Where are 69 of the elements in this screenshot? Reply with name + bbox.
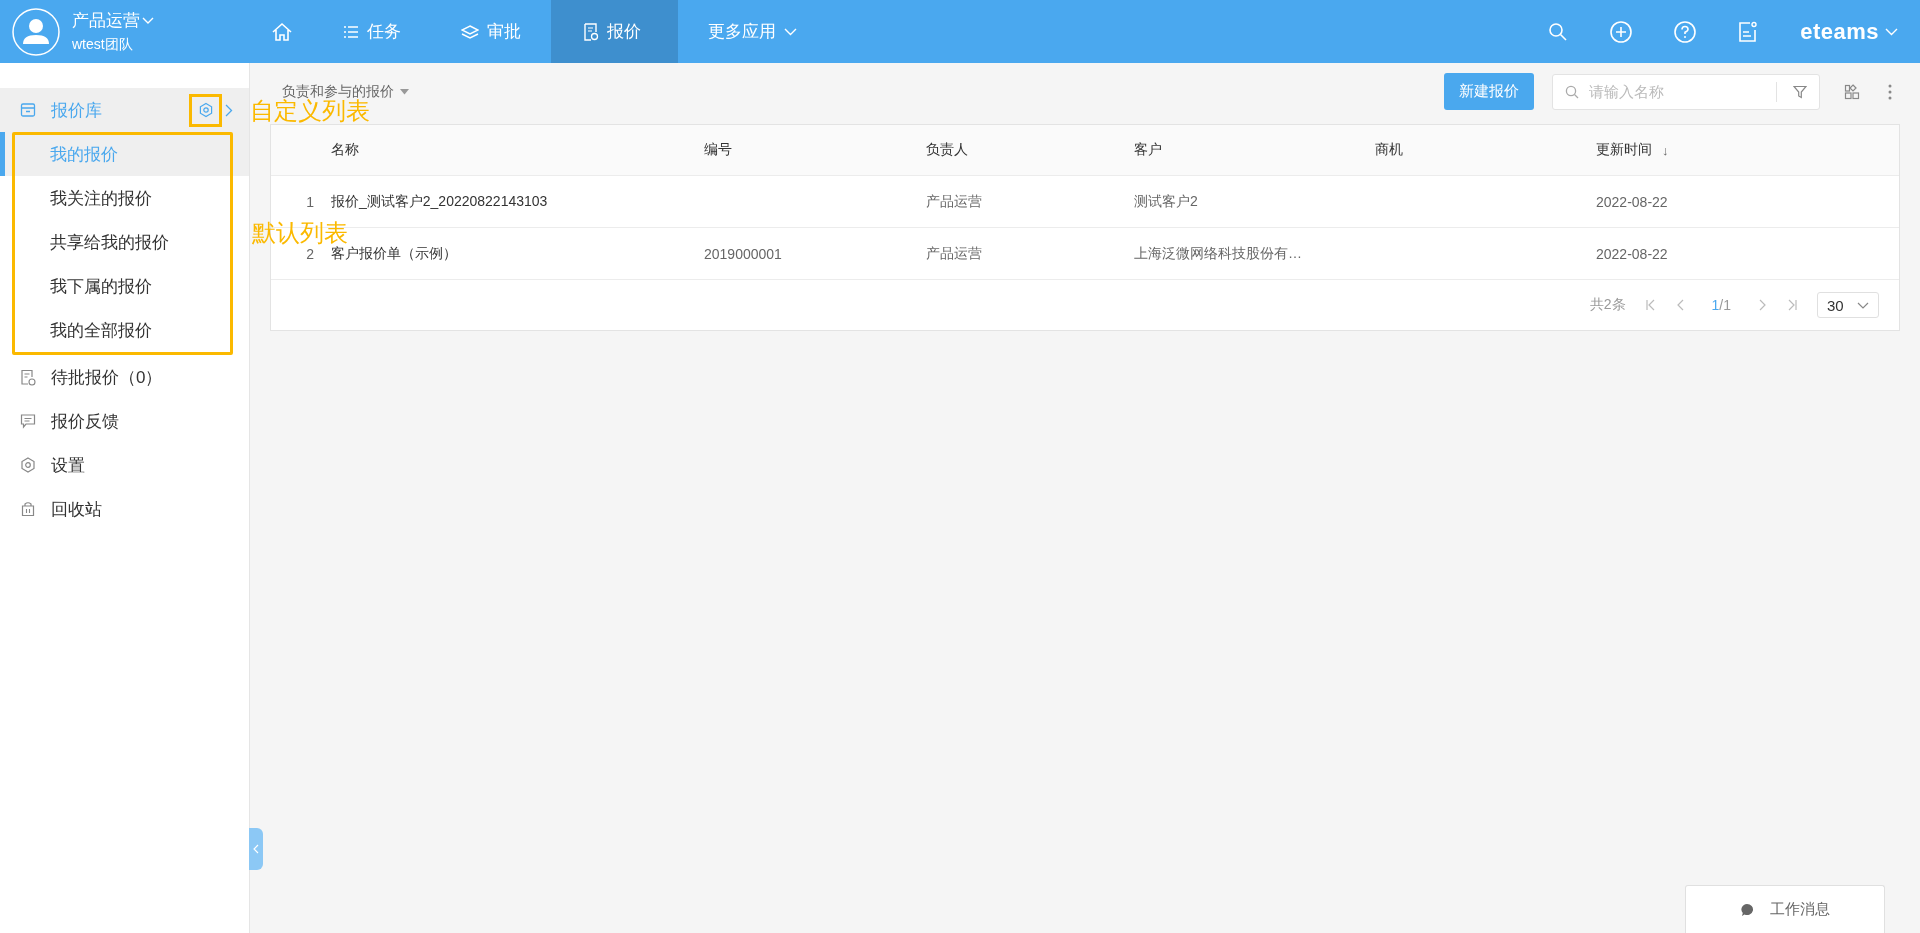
- chat-bubble-icon: [1740, 902, 1754, 917]
- table-cell: 测试客户2: [1134, 192, 1198, 211]
- home-icon: [271, 21, 293, 42]
- chevron-right-icon[interactable]: [225, 103, 233, 117]
- table-cell[interactable]: 报价_测试客户2_20220822143103: [331, 192, 548, 211]
- sidebar-item[interactable]: 待批报价（0）: [0, 355, 249, 399]
- more-icon[interactable]: [1888, 83, 1892, 100]
- column-header[interactable]: 负责人: [926, 141, 968, 159]
- team-name: wtest团队: [72, 36, 134, 54]
- table-cell: 2019000001: [704, 245, 782, 262]
- settings-icon[interactable]: [197, 102, 214, 118]
- collapse-handle[interactable]: [249, 828, 263, 870]
- chevron-left-icon: [253, 844, 259, 854]
- column-header[interactable]: 客户: [1134, 141, 1162, 159]
- sidebar-item[interactable]: 共享给我的报价: [0, 220, 249, 264]
- total-count: 共2条: [1589, 296, 1626, 314]
- table-cell: 2022-08-22: [1596, 245, 1668, 262]
- layout-icon[interactable]: [1844, 83, 1860, 100]
- search-input[interactable]: 请输入名称: [1587, 82, 1768, 101]
- search-icon[interactable]: [1548, 21, 1569, 42]
- avatar-icon[interactable]: [12, 7, 60, 56]
- chevron-down-icon: [1885, 27, 1898, 36]
- caret-icon: [400, 88, 409, 95]
- row-number: 1: [306, 193, 314, 210]
- chevron-down-icon[interactable]: [142, 16, 154, 25]
- help-icon[interactable]: [1674, 20, 1697, 43]
- column-header[interactable]: 编号: [704, 141, 732, 159]
- search-icon: [1565, 84, 1579, 99]
- notes-icon[interactable]: [1738, 20, 1759, 43]
- settings-icon: [20, 457, 36, 473]
- layers-icon: [461, 24, 479, 39]
- table-cell[interactable]: 客户报价单（示例）: [331, 244, 457, 263]
- column-header[interactable]: 商机: [1375, 141, 1403, 159]
- table-cell: 上海泛微网络科技股份有…: [1134, 244, 1302, 263]
- work-messages-button[interactable]: 工作消息: [1685, 885, 1885, 933]
- last-page-icon[interactable]: [1787, 299, 1797, 311]
- table-cell: 2022-08-22: [1596, 193, 1668, 210]
- row-number: 2: [306, 245, 314, 262]
- page-count: /1: [1719, 297, 1731, 313]
- comment-icon: [20, 413, 36, 429]
- current-page: 1: [1711, 297, 1720, 313]
- column-header[interactable]: 名称: [331, 141, 359, 159]
- sidebar-group-label: 报价库: [51, 99, 103, 122]
- add-icon[interactable]: [1610, 20, 1633, 43]
- sidebar-item[interactable]: 我关注的报价: [0, 176, 249, 220]
- table-cell: 产品运营: [926, 244, 982, 263]
- sidebar-item[interactable]: 回收站: [0, 487, 249, 531]
- next-page-icon[interactable]: [1759, 299, 1767, 311]
- document-icon: [583, 22, 599, 41]
- filter-icon[interactable]: [1793, 84, 1807, 99]
- sidebar-item[interactable]: 报价反馈: [0, 399, 249, 443]
- first-page-icon[interactable]: [1645, 299, 1656, 311]
- page-size-select[interactable]: 30: [1817, 292, 1879, 318]
- archive-icon: [20, 102, 36, 118]
- sort-icon[interactable]: ↓: [1662, 142, 1669, 158]
- document-clock-icon: [20, 368, 36, 386]
- column-header[interactable]: 更新时间: [1596, 141, 1652, 159]
- list-icon: [343, 24, 359, 39]
- previous-page-icon[interactable]: [1675, 299, 1684, 311]
- table-cell: 产品运营: [926, 192, 982, 211]
- annotation-label: 自定义列表: [250, 99, 370, 123]
- sidebar-item[interactable]: 我的全部报价: [0, 308, 249, 352]
- annotation-label: 默认列表: [252, 221, 348, 245]
- trash-icon: [20, 501, 36, 517]
- sidebar-item[interactable]: 设置: [0, 443, 249, 487]
- chevron-down-icon: [784, 27, 797, 36]
- search-field[interactable]: 请输入名称: [1552, 73, 1820, 110]
- chevron-down-icon: [1857, 301, 1869, 309]
- sidebar-item[interactable]: 我下属的报价: [0, 264, 249, 308]
